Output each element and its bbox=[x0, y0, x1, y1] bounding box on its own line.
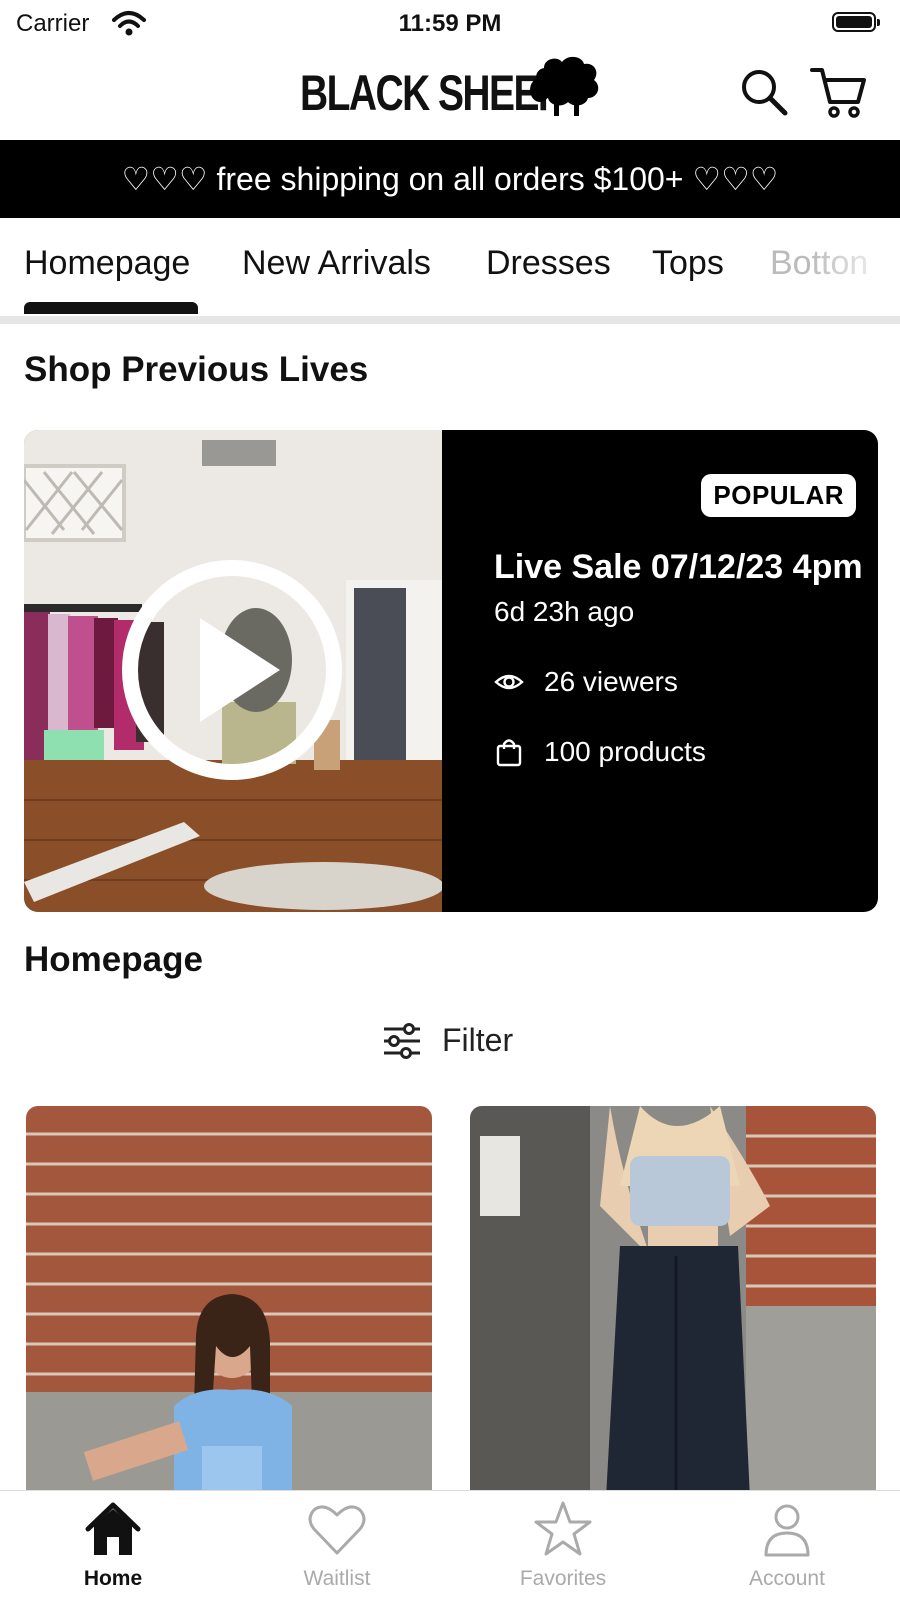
tab-new-arrivals[interactable]: New Arrivals bbox=[242, 244, 431, 283]
products-row: 100 products bbox=[494, 736, 706, 768]
shopping-bag-icon bbox=[496, 739, 522, 767]
popular-badge: POPULAR bbox=[701, 474, 856, 517]
filter-label: Filter bbox=[442, 1022, 514, 1058]
nav-waitlist[interactable]: Waitlist bbox=[262, 1497, 412, 1591]
nav-home[interactable]: Home bbox=[38, 1497, 188, 1591]
products-count: 100 products bbox=[544, 736, 706, 767]
viewers-count: 26 viewers bbox=[544, 666, 678, 697]
previous-lives-title: Shop Previous Lives bbox=[24, 350, 369, 389]
homepage-title: Homepage bbox=[24, 940, 203, 979]
sliders-icon bbox=[384, 1022, 420, 1059]
bottom-nav: Home Waitlist Favorites Account bbox=[0, 1490, 900, 1599]
app-header: BLACK SHEEP bbox=[0, 46, 900, 140]
heart-icon bbox=[308, 1505, 366, 1555]
status-time: 11:59 PM bbox=[398, 10, 502, 37]
status-bar: Carrier 11:59 PM bbox=[0, 0, 900, 46]
live-sale-card[interactable]: POPULAR Live Sale 07/12/23 4pm 6d 23h ag… bbox=[24, 430, 878, 912]
live-sale-time-ago: 6d 23h ago bbox=[494, 596, 635, 627]
tabs-divider bbox=[0, 316, 900, 324]
nav-waitlist-label: Waitlist bbox=[303, 1567, 371, 1590]
home-icon bbox=[85, 1502, 141, 1555]
promo-banner: ♡♡♡ free shipping on all orders $100+ ♡♡… bbox=[0, 140, 900, 218]
nav-account-label: Account bbox=[749, 1567, 825, 1590]
nav-favorites[interactable]: Favorites bbox=[488, 1497, 638, 1591]
active-tab-indicator bbox=[24, 302, 198, 314]
brand-name: BLACK SHEEP bbox=[300, 65, 564, 121]
nav-account[interactable]: Account bbox=[712, 1497, 862, 1591]
live-sale-info: POPULAR Live Sale 07/12/23 4pm 6d 23h ag… bbox=[442, 430, 878, 912]
eye-icon bbox=[494, 674, 524, 690]
live-thumbnail[interactable] bbox=[24, 430, 442, 912]
search-icon[interactable] bbox=[738, 66, 790, 118]
product-card[interactable] bbox=[26, 1106, 432, 1498]
tab-tops[interactable]: Tops bbox=[652, 244, 724, 283]
viewers-row: 26 viewers bbox=[494, 666, 678, 698]
live-sale-title: Live Sale 07/12/23 4pm bbox=[494, 548, 863, 586]
person-icon bbox=[764, 1504, 810, 1557]
cart-icon[interactable] bbox=[808, 64, 868, 120]
product-card[interactable] bbox=[470, 1106, 876, 1498]
nav-home-label: Home bbox=[83, 1567, 143, 1590]
tab-dresses[interactable]: Dresses bbox=[486, 244, 611, 283]
sheep-icon bbox=[530, 56, 599, 116]
nav-favorites-label: Favorites bbox=[519, 1567, 607, 1590]
battery-icon bbox=[832, 12, 880, 32]
filter-button[interactable]: Filter bbox=[382, 1022, 513, 1059]
star-icon bbox=[534, 1501, 592, 1556]
tab-homepage[interactable]: Homepage bbox=[24, 244, 190, 283]
